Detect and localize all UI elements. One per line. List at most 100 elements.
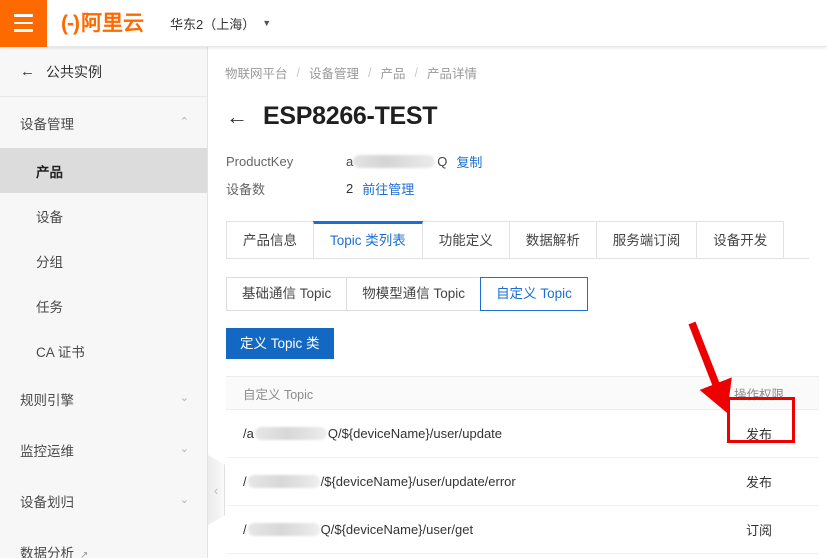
hamburger-bar [14,21,33,25]
product-key-suffix: Q [437,154,448,169]
meta-row-device-count: 设备数 2 前往管理 [226,175,827,202]
define-topic-class-label: 定义 Topic 类 [240,336,320,351]
meta-row-product-key: ProductKey a Q 复制 [226,148,827,175]
hamburger-menu-icon[interactable] [0,0,47,47]
custom-topic-table: 自定义 Topic 操作权限 /a Q/${deviceName}/user/up… [226,376,819,554]
tab-label: 设备开发 [713,233,768,248]
topic-cell: / /${deviceName}/user/update/error [226,474,699,489]
subtab-bar: 基础通信 Topic 物模型通信 Topic 自定义 Topic [226,277,827,311]
device-count-number: 2 [346,181,354,196]
sidebar-item-devices[interactable]: 设备 [0,193,207,238]
sidebar-item-groups[interactable]: 分组 [0,238,207,283]
column-header-custom-topic: 自定义 Topic [243,387,314,402]
permission-cell-publish[interactable]: 发布 [699,472,819,491]
copy-product-key-link[interactable]: 复制 [456,152,482,171]
sidebar: ← 公共实例 设备管理 ⌃ 产品 设备 分组 任务 CA 证书 规则引擎 ⌄ 监… [0,47,208,558]
device-count-value: 2 前往管理 [346,179,414,198]
breadcrumb-item-product-detail: 产品详情 [427,67,478,81]
top-header: (-) 阿里云 华东2（上海） ▼ [0,0,827,47]
aliyun-logo-icon: (-) [61,11,80,35]
device-count-label: 设备数 [226,182,266,197]
column-header-operation-permission: 操作权限 [733,387,784,402]
go-to-management-link[interactable]: 前往管理 [362,179,414,198]
chevron-down-icon: ▼ [262,17,272,28]
tab-label: 产品信息 [243,233,297,248]
breadcrumb-separator: / [368,65,372,80]
sidebar-group-label: 设备管理 [20,116,74,132]
topic-suffix: Q/${deviceName}/user/update [327,426,503,441]
breadcrumb-item-iot-platform[interactable]: 物联网平台 [225,63,288,82]
table-row[interactable]: / Q/${deviceName}/user/get 订阅 [226,506,819,554]
sidebar-group-data-analysis[interactable]: 数据分析 ↗ [0,526,207,558]
back-arrow-icon[interactable]: ← [226,105,248,128]
table-row[interactable]: /a Q/${deviceName}/user/update 发布 [226,410,819,458]
region-selector[interactable]: 华东2（上海） ▼ [170,14,271,33]
sidebar-item-ca-certificate[interactable]: CA 证书 [0,328,207,373]
topic-prefix: /a [243,426,254,441]
tab-product-info[interactable]: 产品信息 [226,221,314,258]
main-content: 物联网平台 / 设备管理 / 产品 / 产品详情 ← ESP8266-TEST … [209,47,827,558]
brand-logo[interactable]: (-) 阿里云 [61,13,144,34]
subtab-thing-model-communication-topic[interactable]: 物模型通信 Topic [346,277,482,311]
breadcrumb-separator: / [414,65,418,80]
sidebar-item-tasks[interactable]: 任务 [0,283,207,328]
topic-mask [247,523,320,536]
permission-cell-subscribe[interactable]: 订阅 [699,520,819,539]
sidebar-group-device-management[interactable]: 设备管理 ⌃ [0,97,207,148]
sidebar-item-label: 分组 [36,254,63,270]
sidebar-back-label: 公共实例 [46,63,102,80]
topic-mask [247,475,320,488]
topic-cell: /a Q/${deviceName}/user/update [226,426,699,441]
page-title-row: ← ESP8266-TEST [209,82,827,131]
product-key-prefix: a [346,154,354,169]
chevron-down-icon: ⌄ [179,392,189,404]
sidebar-group-label: 数据分析 [20,545,74,558]
sidebar-group-label-wrap: 数据分析 ↗ [20,542,88,558]
tab-topic-class-list[interactable]: Topic 类列表 [313,221,423,258]
subtab-custom-topic[interactable]: 自定义 Topic [480,277,588,311]
product-meta: ProductKey a Q 复制 设备数 2 前往管理 [209,131,827,202]
subtab-label: 基础通信 Topic [242,286,332,301]
tab-data-parsing[interactable]: 数据解析 [508,221,597,258]
sidebar-item-label: 任务 [36,299,63,315]
sidebar-collapse-handle[interactable]: ‹ [208,455,225,525]
external-link-icon: ↗ [80,549,89,558]
tab-bar: 产品信息 Topic 类列表 功能定义 数据解析 服务端订阅 设备开发 [226,221,809,259]
subtab-label: 自定义 Topic [496,286,572,301]
table-header-row: 自定义 Topic 操作权限 [226,376,819,410]
topic-suffix: Q/${deviceName}/user/get [320,522,474,537]
tab-label: Topic 类列表 [330,233,406,248]
breadcrumb-item-products[interactable]: 产品 [381,63,406,82]
tab-label: 功能定义 [438,233,493,248]
table-row[interactable]: / /${deviceName}/user/update/error 发布 [226,458,819,506]
sidebar-group-device-assignment[interactable]: 设备划归 ⌄ [0,475,207,526]
sidebar-group-label: 设备划归 [20,494,74,510]
hamburger-bar [14,29,33,32]
tab-function-definition[interactable]: 功能定义 [421,221,510,258]
subtab-label: 物模型通信 Topic [362,286,466,301]
breadcrumb: 物联网平台 / 设备管理 / 产品 / 产品详情 [209,47,827,82]
topic-prefix: / [243,522,247,537]
tab-device-development[interactable]: 设备开发 [696,221,785,258]
breadcrumb-item-device-management[interactable]: 设备管理 [309,63,359,82]
product-key-value: a Q 复制 [346,152,482,171]
subtab-basic-communication-topic[interactable]: 基础通信 Topic [226,277,348,311]
product-key-label: ProductKey [226,154,294,169]
tab-server-subscription[interactable]: 服务端订阅 [595,221,698,258]
sidebar-back-public-instance[interactable]: ← 公共实例 [0,47,207,97]
topic-prefix: / [243,474,247,489]
sidebar-item-products[interactable]: 产品 [0,148,207,193]
product-key-mask [353,155,436,168]
brand-name: 阿里云 [80,11,144,35]
sidebar-group-monitoring[interactable]: 监控运维 ⌄ [0,424,207,475]
sidebar-group-rule-engine[interactable]: 规则引擎 ⌄ [0,373,207,424]
topic-suffix: /${deviceName}/user/update/error [320,474,516,489]
arrow-left-icon: ← [20,63,35,80]
chevron-up-icon: ⌃ [179,116,189,128]
sidebar-item-label: 产品 [36,164,63,180]
sidebar-item-label: 设备 [36,209,63,225]
define-topic-class-button[interactable]: 定义 Topic 类 [226,328,334,359]
permission-cell-publish[interactable]: 发布 [699,424,819,443]
tab-label: 服务端订阅 [612,233,681,248]
chevron-down-icon: ⌄ [179,443,189,455]
